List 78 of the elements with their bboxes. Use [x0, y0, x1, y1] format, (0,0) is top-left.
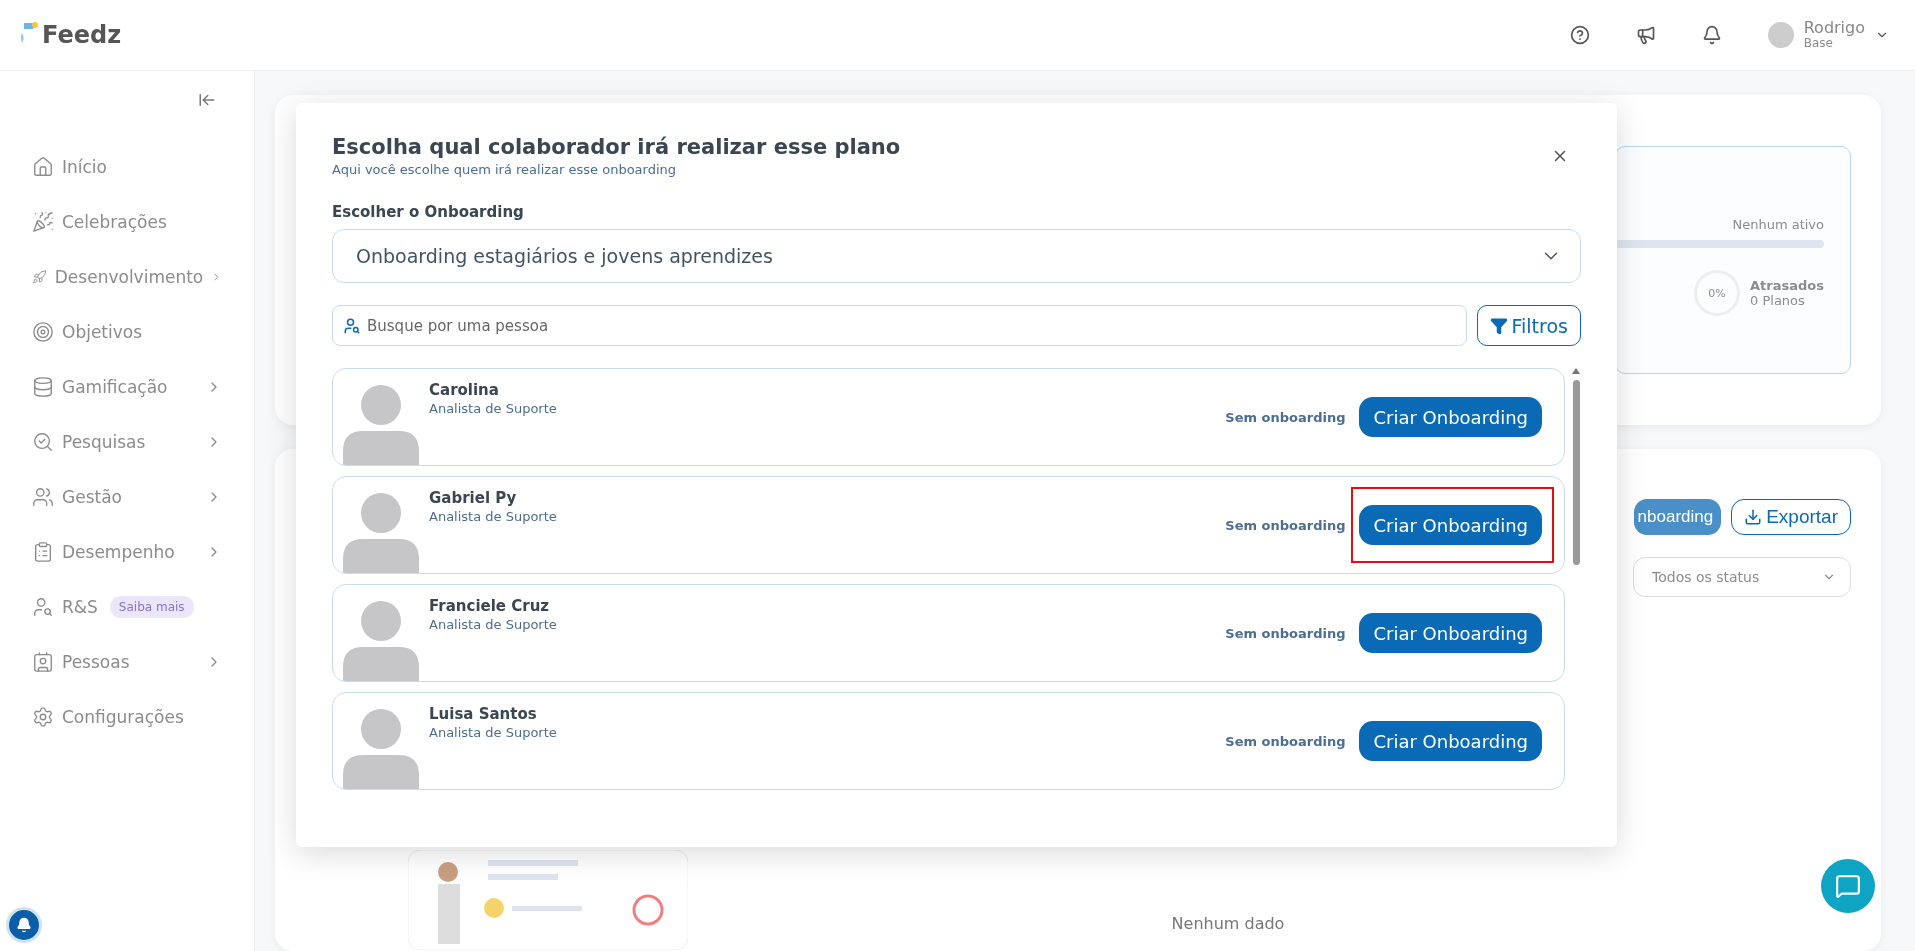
onboarding-status: Sem onboarding	[1225, 409, 1346, 425]
person-name: Franciele Cruz	[429, 597, 551, 615]
late-count: 0 Planos	[1750, 293, 1806, 308]
filter-icon	[1489, 316, 1508, 335]
sidebar-label: Configurações	[62, 706, 184, 727]
filter-button[interactable]: Filtros	[1476, 305, 1581, 346]
bell-icon	[16, 917, 32, 933]
sidebar-item[interactable]: Início	[0, 139, 254, 194]
help-icon[interactable]	[1569, 25, 1590, 45]
select-label: Escolher o Onboarding	[332, 203, 525, 221]
sidebar-label: Início	[62, 156, 107, 177]
create-onboarding-button[interactable]: Criar Onboarding	[1359, 505, 1542, 545]
menu-item-icon	[32, 705, 54, 728]
empty-text: Nenhum dado	[1171, 914, 1285, 933]
person-name: Carolina	[429, 381, 500, 399]
download-icon	[1744, 508, 1763, 526]
menu-item-icon	[32, 650, 54, 673]
logo-text[interactable]: Feedz	[42, 21, 122, 49]
user-search-icon	[343, 316, 361, 335]
sidebar-label: Objetivos	[62, 321, 143, 342]
onboarding-select[interactable]: Onboarding estagiários e jovens aprendizes	[332, 229, 1581, 283]
chat-icon	[1835, 873, 1861, 899]
onboarding-status: Sem onboarding	[1225, 517, 1346, 533]
user-company: Base	[1803, 36, 1834, 50]
menu-item-icon	[32, 540, 54, 563]
sidebar-label: R&S	[62, 596, 98, 617]
scroll-up-icon[interactable]	[1572, 368, 1580, 374]
menu-item-icon	[32, 320, 54, 343]
create-onboarding-button[interactable]: Criar Onboarding	[1359, 613, 1542, 653]
status-select[interactable]: Todos os status	[1633, 557, 1851, 597]
menu-item-icon	[32, 430, 54, 453]
sidebar-label: Celebrações	[62, 211, 167, 232]
sidebar-item[interactable]: Configurações	[0, 689, 254, 744]
scroll-thumb[interactable]	[1572, 380, 1580, 565]
user-name[interactable]: Rodrigo	[1803, 20, 1865, 36]
modal-title: Escolha qual colaborador irá realizar esse plano	[332, 135, 901, 159]
sidebar-item[interactable]: Desenvolvimento	[0, 249, 254, 304]
sidebar-label: Pessoas	[62, 651, 130, 672]
sidebar-badge[interactable]: Saiba mais	[109, 595, 194, 618]
status-text: Nenhum ativo	[1732, 217, 1824, 232]
megaphone-icon[interactable]	[1635, 25, 1656, 45]
bell-icon[interactable]	[1701, 25, 1722, 45]
person-role: Analista de Suporte	[429, 401, 557, 416]
sidebar-item[interactable]: Gamificação	[0, 359, 254, 414]
percent-ring: 0%	[1694, 270, 1741, 316]
menu-item-icon	[32, 210, 54, 233]
sidebar-item[interactable]: Celebrações	[0, 194, 254, 249]
create-onboarding-button[interactable]: Criar Onboarding	[1359, 721, 1542, 761]
menu-item-icon	[32, 375, 54, 398]
person-role: Analista de Suporte	[429, 725, 557, 740]
sidebar-item[interactable]: Pessoas	[0, 634, 254, 689]
sidebar-item[interactable]: R&S Saiba mais	[0, 579, 254, 634]
onboarding-status: Sem onboarding	[1225, 625, 1346, 641]
modal-subtitle: Aqui você escolhe quem irá realizar esse onboarding	[332, 162, 678, 177]
sidebar-label: Gamificação	[62, 376, 168, 397]
person-name: Gabriel Py	[429, 489, 518, 507]
notification-button[interactable]	[6, 907, 42, 943]
collapse-icon[interactable]	[198, 91, 216, 109]
person-role: Analista de Suporte	[429, 617, 557, 632]
sidebar-label: Gestão	[62, 486, 122, 507]
person-role: Analista de Suporte	[429, 509, 557, 524]
sidebar-item[interactable]: Desempenho	[0, 524, 254, 579]
export-button[interactable]: Exportar	[1731, 499, 1851, 535]
person-name: Luisa Santos	[429, 705, 538, 723]
sidebar-label: Desenvolvimento	[54, 266, 204, 287]
late-label: Atrasados	[1750, 278, 1824, 293]
menu-item-icon	[32, 485, 54, 508]
search-field[interactable]: Busque por uma pessoa	[332, 305, 1467, 346]
sidebar-item[interactable]: Pesquisas	[0, 414, 254, 469]
menu-item-icon	[32, 595, 54, 618]
sidebar-label: Desempenho	[62, 541, 175, 562]
onboarding-status: Sem onboarding	[1225, 733, 1346, 749]
sidebar-item[interactable]: Gestão	[0, 469, 254, 524]
new-onboarding-button[interactable]: nboarding	[1633, 499, 1722, 535]
sidebar-label: Pesquisas	[62, 431, 146, 452]
menu-item-icon	[32, 155, 54, 178]
create-onboarding-button[interactable]: Criar Onboarding	[1359, 397, 1542, 437]
sidebar-item[interactable]: Objetivos	[0, 304, 254, 359]
